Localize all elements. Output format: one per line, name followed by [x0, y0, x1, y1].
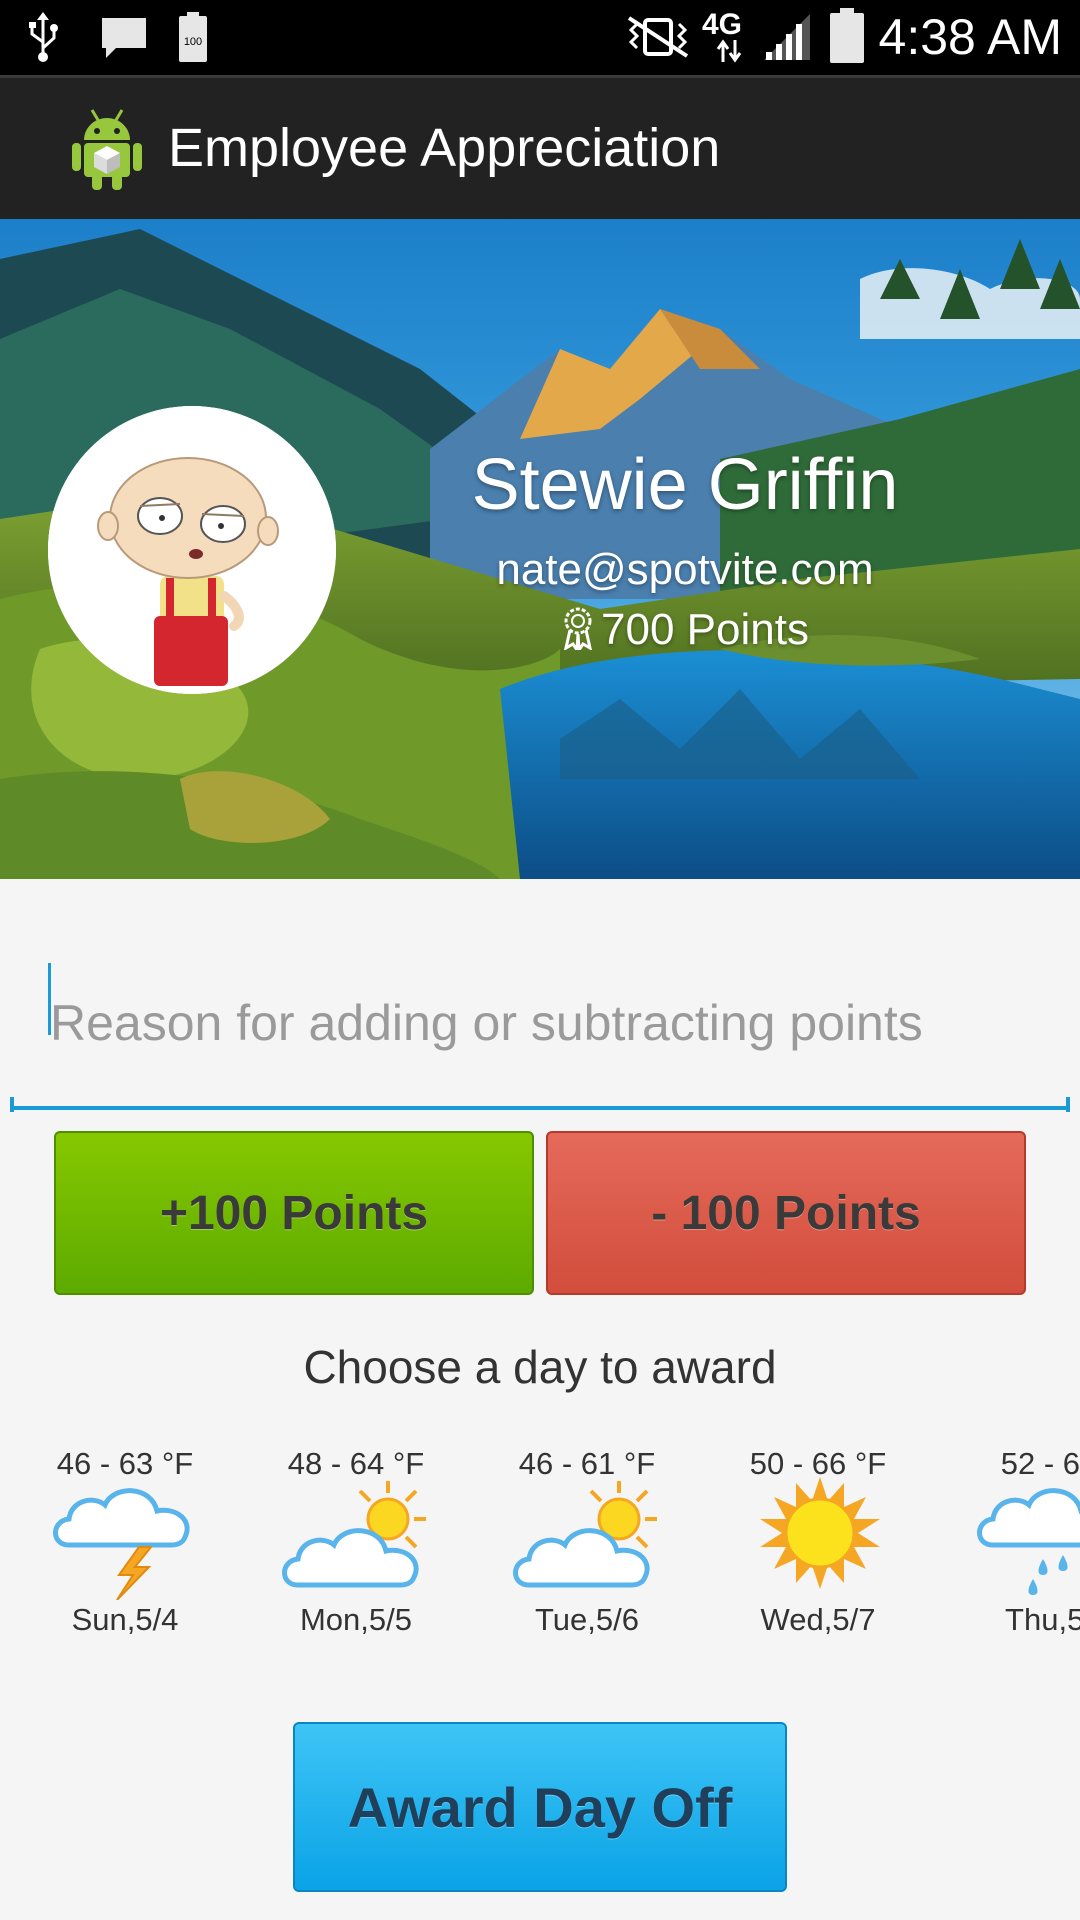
reason-input[interactable] — [10, 940, 1070, 1110]
action-bar: Employee Appreciation — [0, 75, 1080, 219]
profile-points: 700 Points — [380, 604, 990, 656]
input-underline-right-tick — [1066, 1097, 1070, 1112]
profile-name: Stewie Griffin — [471, 445, 899, 525]
status-time: 4:38 AM — [878, 9, 1062, 65]
network-4g-icon: 4G — [702, 8, 758, 66]
add-points-button[interactable]: +100 Points — [54, 1131, 534, 1295]
input-underline-left-tick — [10, 1097, 14, 1112]
signal-icon — [764, 14, 810, 60]
data-arrows-icon — [716, 39, 742, 63]
message-icon — [102, 18, 146, 58]
battery-icon — [830, 8, 864, 63]
partly-cloudy-icon — [513, 1481, 657, 1588]
battery-100-icon: 100 — [179, 12, 207, 62]
award-ribbon-icon — [563, 607, 593, 655]
forecast-date: Tue,5/6 — [535, 1602, 639, 1637]
forecast-date: Mon,5/5 — [299, 1602, 412, 1637]
forecast-day-mon[interactable]: 48 - 64 °F Mon,5/5 — [256, 1440, 456, 1650]
sunny-icon — [760, 1477, 880, 1589]
avatar[interactable] — [48, 406, 336, 694]
subtract-points-button[interactable]: - 100 Points — [546, 1131, 1026, 1295]
text-cursor — [48, 963, 51, 1035]
forecast-date: Wed,5/7 — [760, 1602, 876, 1637]
android-app-icon[interactable] — [70, 106, 144, 190]
battery-level-text: 100 — [184, 36, 202, 48]
forecast-date: Thu,5/ — [1005, 1602, 1080, 1637]
thunderstorm-icon — [53, 1488, 190, 1600]
rain-icon — [977, 1488, 1080, 1595]
forecast-day-thu[interactable]: 52 - 64 Thu,5/ — [949, 1440, 1080, 1650]
award-day-off-button[interactable]: Award Day Off — [293, 1722, 787, 1892]
forecast-date: Sun,5/4 — [71, 1602, 179, 1637]
vibrate-icon — [627, 16, 689, 58]
forecast-day-wed[interactable]: 50 - 66 °F Wed,5/7 — [718, 1440, 918, 1650]
app-title: Employee Appreciation — [168, 118, 721, 178]
app-root: 100 4G 4:38 AM Employee Appreciation Ste… — [0, 0, 1080, 1920]
forecast-day-tue[interactable]: 46 - 61 °F Tue,5/6 — [487, 1440, 687, 1650]
network-type-text: 4G — [702, 8, 743, 41]
usb-icon — [29, 12, 58, 62]
points-value: 700 Points — [601, 605, 809, 654]
avatar-image — [48, 406, 336, 694]
partly-cloudy-icon — [282, 1481, 426, 1588]
status-bar: 100 4G 4:38 AM — [0, 0, 1080, 75]
choose-day-label: Choose a day to award — [303, 1341, 777, 1393]
profile-header: Stewie Griffin nate@spotvite.com 700 Poi… — [0, 219, 1080, 879]
profile-email: nate@spotvite.com — [496, 545, 874, 594]
forecast-day-sun[interactable]: 46 - 63 °F Sun,5/4 — [25, 1440, 225, 1650]
